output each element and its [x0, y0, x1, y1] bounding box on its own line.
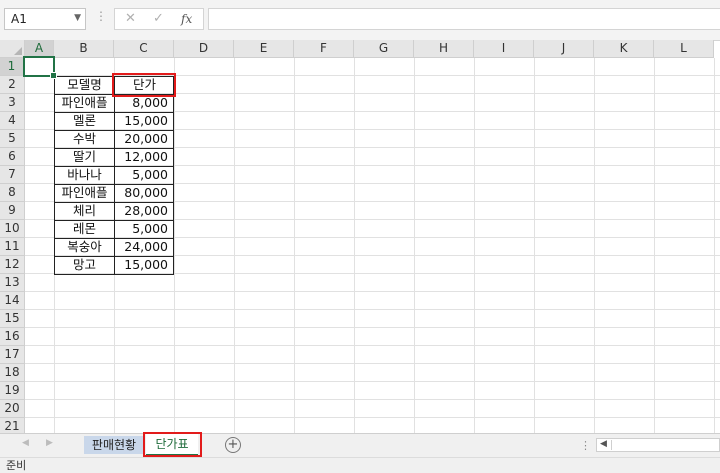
row-header-14[interactable]: 14: [0, 292, 25, 310]
cell-price[interactable]: 5,000: [115, 166, 174, 184]
column-header-h[interactable]: H: [414, 40, 474, 58]
row-header-6[interactable]: 6: [0, 148, 25, 166]
cell-b2-header-model[interactable]: 모델명: [55, 76, 114, 94]
select-all-button[interactable]: [0, 40, 25, 58]
cell-model[interactable]: 망고: [55, 256, 114, 274]
column-header-j[interactable]: J: [534, 40, 594, 58]
close-icon[interactable]: ✕: [125, 11, 136, 26]
row-header-11[interactable]: 11: [0, 238, 25, 256]
cell-price[interactable]: 28,000: [115, 202, 174, 220]
formula-input[interactable]: [208, 8, 720, 30]
column-header-g[interactable]: G: [354, 40, 414, 58]
column-header-k[interactable]: K: [594, 40, 654, 58]
highlight-box-price-tab: [143, 432, 202, 457]
row-header-1[interactable]: 1: [0, 58, 25, 76]
cell-price[interactable]: 20,000: [115, 130, 174, 148]
cell-model[interactable]: 파인애플: [55, 94, 114, 112]
function-icon[interactable]: fx: [181, 12, 192, 26]
cell-price[interactable]: 12,000: [115, 148, 174, 166]
cell-price[interactable]: 24,000: [115, 238, 174, 256]
row-header-10[interactable]: 10: [0, 220, 25, 238]
scrollbar-thumb[interactable]: [611, 440, 718, 450]
status-text: 준비: [6, 459, 27, 472]
cell-price[interactable]: 80,000: [115, 184, 174, 202]
row-header-15[interactable]: 15: [0, 310, 25, 328]
row-header-5[interactable]: 5: [0, 130, 25, 148]
column-header-b[interactable]: B: [54, 40, 114, 58]
scroll-left-icon[interactable]: ◀: [600, 439, 607, 449]
column-header-f[interactable]: F: [294, 40, 354, 58]
sheet-tab-bar: ◀ ▶ 판매현황 단가표 + ⋮ ◀: [0, 433, 720, 457]
column-header-d[interactable]: D: [174, 40, 234, 58]
cell-model[interactable]: 바나나: [55, 166, 114, 184]
row-header-12[interactable]: 12: [0, 256, 25, 274]
status-bar: 준비: [0, 457, 720, 473]
check-icon[interactable]: ✓: [153, 11, 164, 26]
cell-price[interactable]: 5,000: [115, 220, 174, 238]
tab-sales-status[interactable]: 판매현황: [84, 436, 144, 454]
chevron-down-icon[interactable]: ▼: [74, 13, 81, 23]
row-header-7[interactable]: 7: [0, 166, 25, 184]
more-icon[interactable]: ⋮: [95, 9, 107, 23]
more-icon[interactable]: ⋮: [580, 439, 591, 452]
cell-model[interactable]: 딸기: [55, 148, 114, 166]
name-box[interactable]: A1 ▼: [4, 8, 86, 30]
formula-buttons: ✕ ✓ fx: [114, 8, 204, 30]
cell-model[interactable]: 레몬: [55, 220, 114, 238]
cell-model[interactable]: 파인애플: [55, 184, 114, 202]
fill-handle[interactable]: [50, 72, 57, 79]
cell-price[interactable]: 15,000: [115, 112, 174, 130]
row-header-16[interactable]: 16: [0, 328, 25, 346]
column-header-l[interactable]: L: [654, 40, 714, 58]
row-header-19[interactable]: 19: [0, 382, 25, 400]
row-header-17[interactable]: 17: [0, 346, 25, 364]
tab-scroll-left-icon[interactable]: ◀: [22, 438, 29, 448]
cell-model[interactable]: 복숭아: [55, 238, 114, 256]
cell-model[interactable]: 체리: [55, 202, 114, 220]
column-header-c[interactable]: C: [114, 40, 174, 58]
horizontal-scrollbar[interactable]: ◀: [596, 438, 720, 452]
highlight-box-price-header: [112, 73, 176, 97]
active-cell-selection[interactable]: [23, 56, 57, 79]
row-header-4[interactable]: 4: [0, 112, 25, 130]
cell-price[interactable]: 15,000: [115, 256, 174, 274]
row-header-3[interactable]: 3: [0, 94, 25, 112]
row-header-8[interactable]: 8: [0, 184, 25, 202]
add-sheet-icon[interactable]: +: [225, 437, 241, 453]
row-header-2[interactable]: 2: [0, 76, 25, 94]
tab-scroll-right-icon[interactable]: ▶: [46, 438, 53, 448]
name-box-value: A1: [11, 12, 27, 26]
column-header-i[interactable]: I: [474, 40, 534, 58]
row-header-9[interactable]: 9: [0, 202, 25, 220]
row-header-20[interactable]: 20: [0, 400, 25, 418]
formula-bar: A1 ▼ ⋮ ✕ ✓ fx: [0, 0, 720, 41]
cell-model[interactable]: 수박: [55, 130, 114, 148]
row-header-13[interactable]: 13: [0, 274, 25, 292]
column-header-e[interactable]: E: [234, 40, 294, 58]
row-header-18[interactable]: 18: [0, 364, 25, 382]
cell-model[interactable]: 멜론: [55, 112, 114, 130]
